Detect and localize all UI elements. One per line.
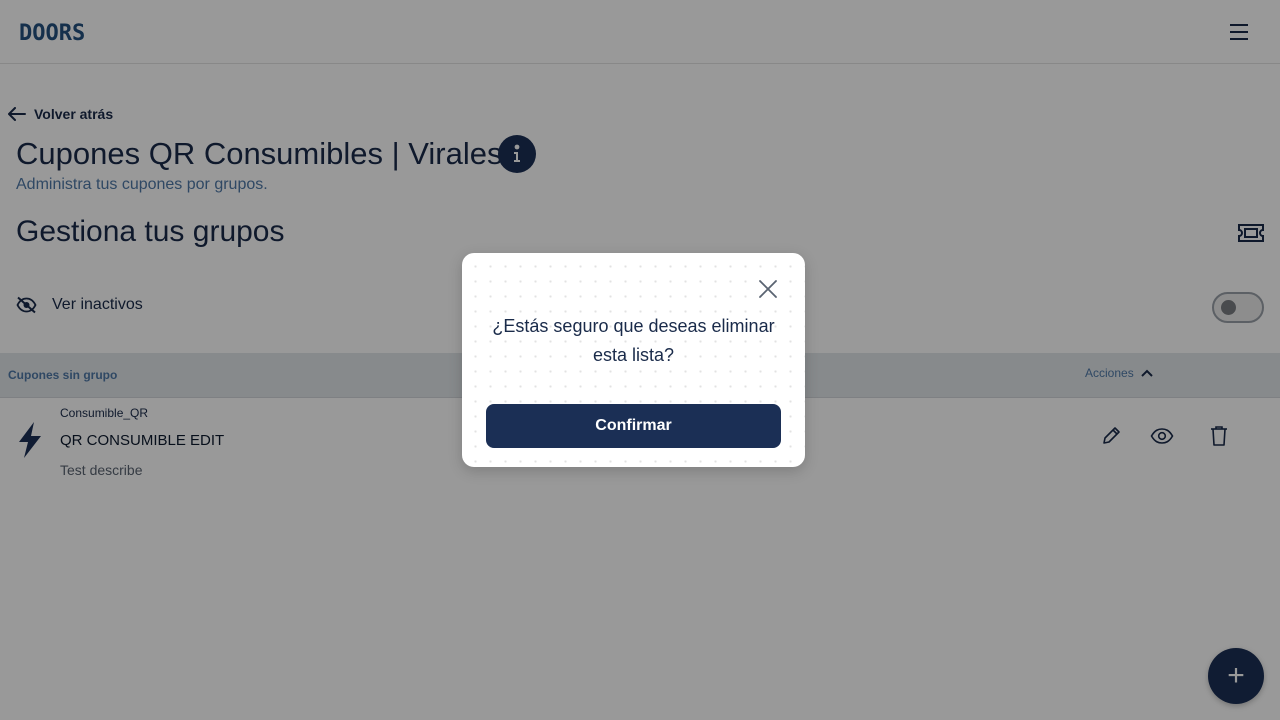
close-icon[interactable] <box>756 277 780 301</box>
dialog-message: ¿Estás seguro que deseas eliminar esta l… <box>492 316 775 365</box>
confirm-dialog: ¿Estás seguro que deseas eliminar esta l… <box>462 253 805 467</box>
confirm-button[interactable]: Confirmar <box>486 404 781 448</box>
